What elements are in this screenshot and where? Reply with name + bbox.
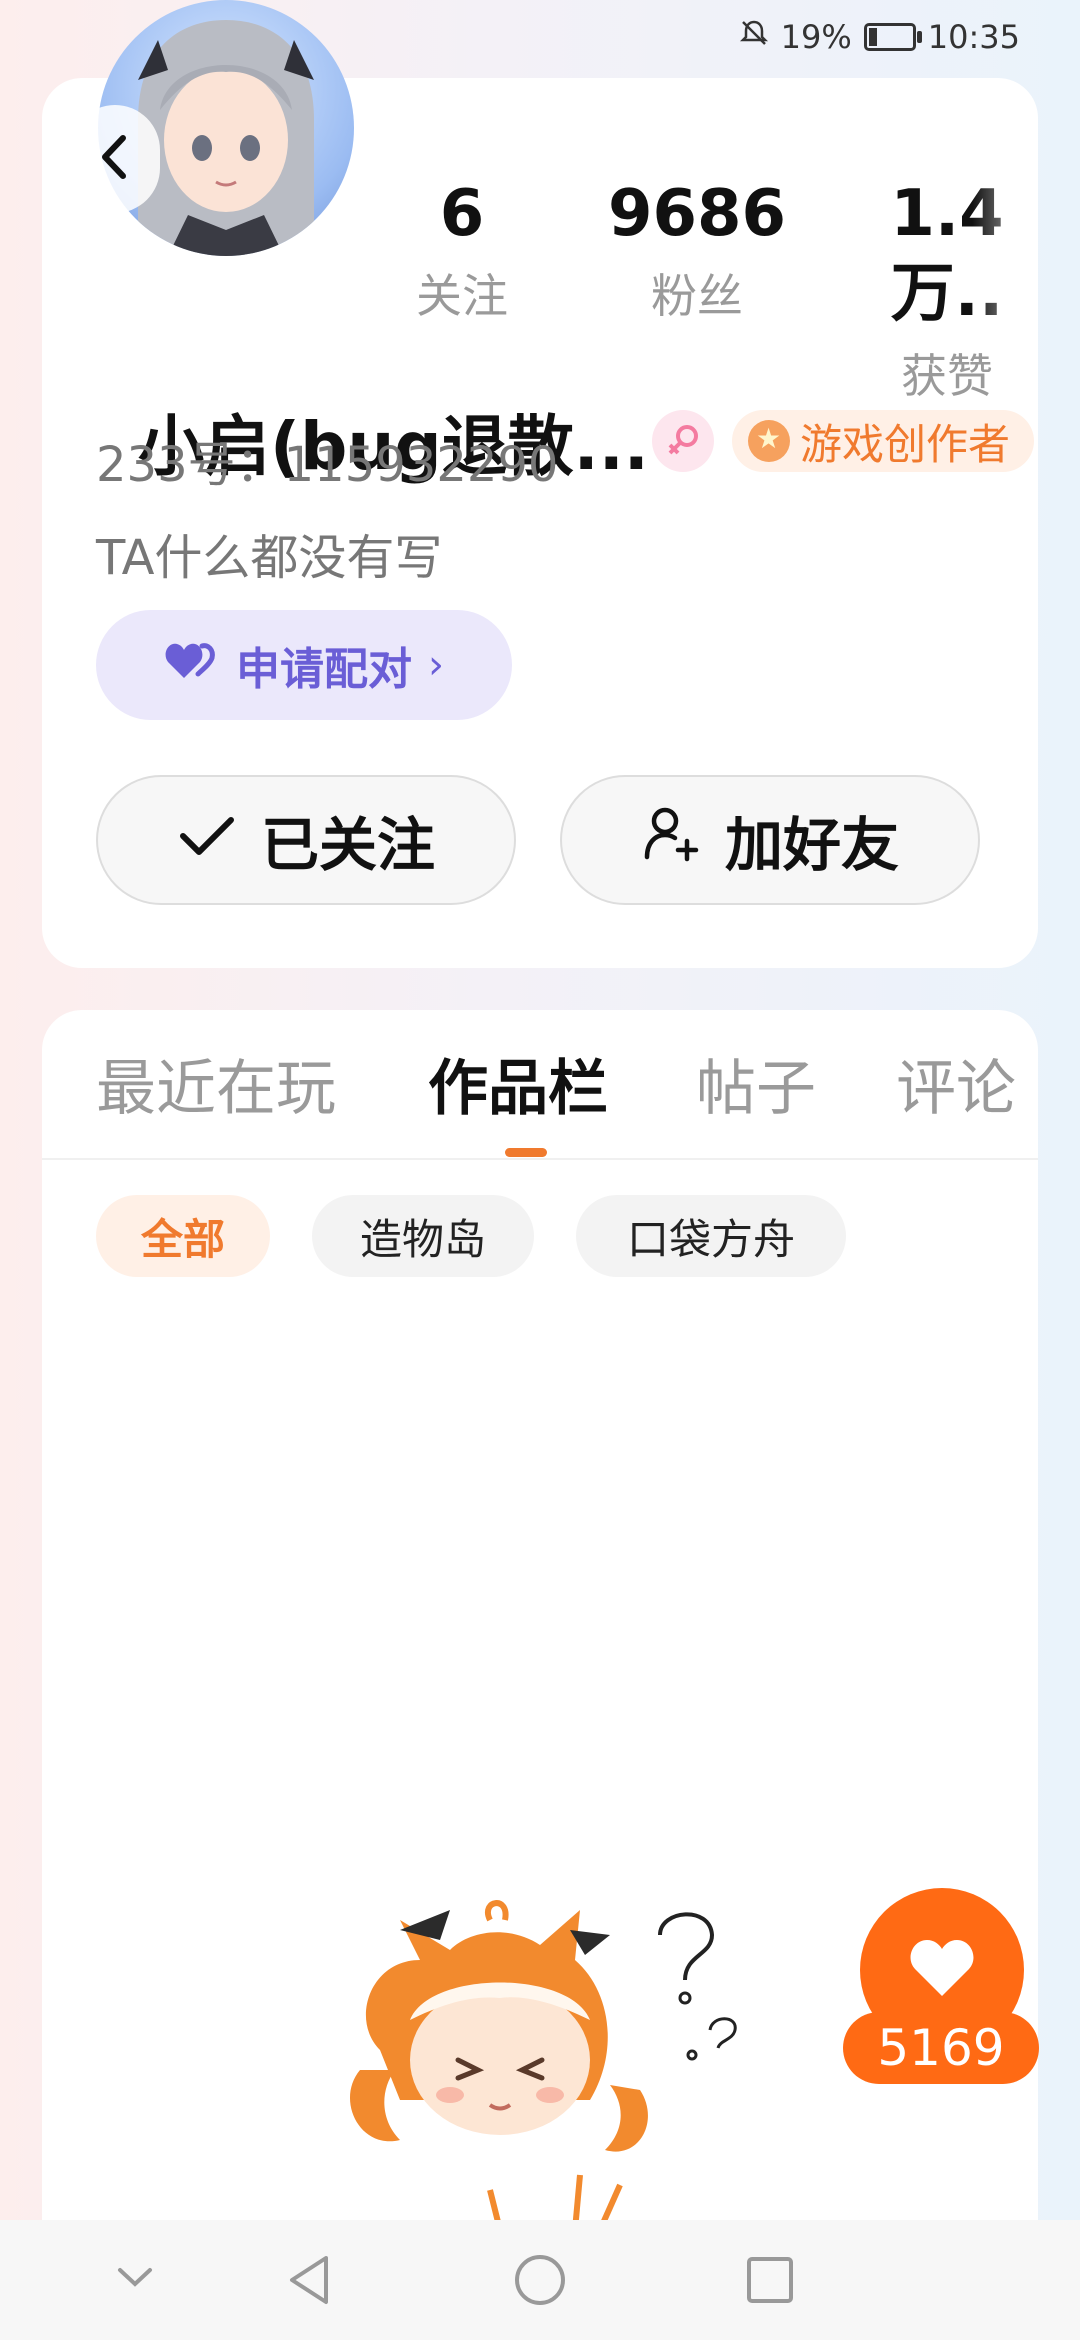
double-heart-icon <box>164 638 220 693</box>
heart-icon <box>907 1936 977 2004</box>
chevron-right-icon: › <box>428 642 444 688</box>
tab-divider <box>42 1158 1038 1160</box>
female-icon <box>652 410 714 472</box>
active-tab-indicator <box>505 1148 547 1157</box>
user-id: 233号：115932290 <box>96 437 559 493</box>
back-triangle-icon[interactable] <box>282 2252 338 2312</box>
pair-request-button[interactable]: 申请配对 › <box>96 610 512 720</box>
tab-posts[interactable]: 帖子 <box>696 1040 816 1127</box>
creator-star-icon <box>748 420 790 462</box>
stat-fans[interactable]: 9686 粉丝 <box>602 174 792 326</box>
stat-likes-value: 1.4万.. <box>842 174 1052 334</box>
tab-recent-play[interactable]: 最近在玩 <box>96 1040 336 1127</box>
add-friend-button[interactable]: 加好友 <box>560 775 980 905</box>
bio: TA什么都没有写 <box>96 530 443 586</box>
stat-likes[interactable]: 1.4万.. 获赞 <box>842 174 1052 406</box>
creator-badge[interactable]: 游戏创作者 <box>732 410 1035 472</box>
tab-works[interactable]: 作品栏 <box>428 1040 608 1127</box>
clock: 10:35 <box>927 18 1020 56</box>
battery-percent: 19% <box>780 18 852 56</box>
followed-button[interactable]: 已关注 <box>96 775 516 905</box>
chevron-down-icon[interactable] <box>110 2252 160 2306</box>
filter-creation-island[interactable]: 造物岛 <box>312 1195 534 1277</box>
filter-pocket-ark[interactable]: 口袋方舟 <box>576 1195 846 1277</box>
chevron-left-icon <box>95 132 135 186</box>
check-icon <box>177 806 237 874</box>
home-circle-icon[interactable] <box>512 2252 568 2312</box>
filter-all[interactable]: 全部 <box>96 1195 270 1277</box>
back-button[interactable] <box>70 105 160 213</box>
empty-state-illustration <box>340 1900 800 2232</box>
status-right: 19% 10:35 <box>739 18 1020 56</box>
stat-following[interactable]: 6 关注 <box>392 174 532 326</box>
stat-fans-label: 粉丝 <box>651 269 743 323</box>
add-user-icon <box>641 803 701 877</box>
battery-icon <box>863 23 922 51</box>
pair-request-label: 申请配对 <box>236 644 412 695</box>
add-friend-label: 加好友 <box>724 811 899 879</box>
stat-fans-value: 9686 <box>607 177 787 251</box>
system-nav-bar <box>0 2220 1080 2340</box>
stat-following-label: 关注 <box>416 269 508 323</box>
creator-badge-label: 游戏创作者 <box>800 419 1011 469</box>
followed-label: 已关注 <box>260 811 435 879</box>
battery-fill <box>868 28 877 46</box>
recent-square-icon[interactable] <box>742 2252 798 2312</box>
mute-icon <box>739 18 769 56</box>
tab-bar: 最近在玩 作品栏 帖子 评论 <box>54 1040 1080 1130</box>
like-count: 5169 <box>843 2012 1039 2084</box>
stat-following-value: 6 <box>439 177 485 251</box>
tab-comments[interactable]: 评论 <box>896 1040 1016 1127</box>
